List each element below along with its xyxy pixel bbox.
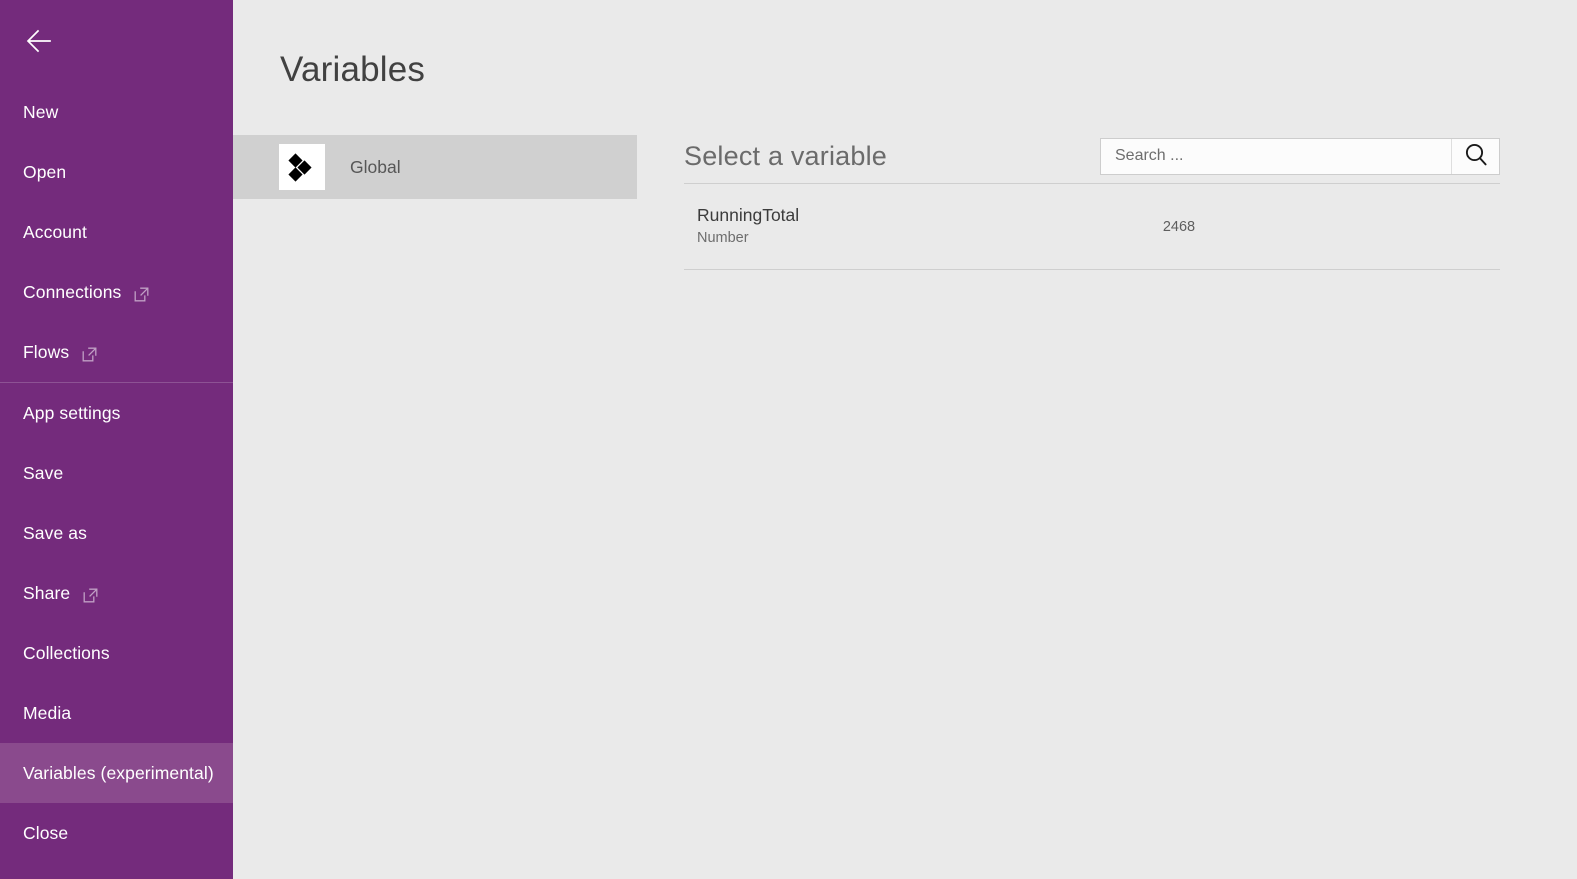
back-button-row xyxy=(0,0,233,82)
variable-value: 2468 xyxy=(1162,218,1196,235)
sidebar-item-close[interactable]: Close xyxy=(0,803,233,863)
sidebar-item-new[interactable]: New xyxy=(0,82,233,142)
sidebar-item-flows[interactable]: Flows xyxy=(0,322,233,382)
select-a-variable-title: Select a variable xyxy=(684,140,888,171)
search-submit-button[interactable] xyxy=(1451,138,1499,174)
variable-row[interactable]: RunningTotal Number 2468 xyxy=(684,184,1500,270)
sidebar-item-label: Media xyxy=(23,702,72,723)
search-input[interactable] xyxy=(1101,138,1451,174)
sidebar-item-label: Account xyxy=(23,221,87,242)
external-link-icon xyxy=(82,346,97,361)
external-link-icon xyxy=(83,587,98,602)
sidebar-item-label: New xyxy=(23,101,59,122)
sidebar-item-label: Collections xyxy=(23,642,110,663)
sidebar-item-label: Close xyxy=(23,822,69,843)
sidebar-item-share[interactable]: Share xyxy=(0,563,233,623)
scope-item-global[interactable]: Global xyxy=(233,135,637,199)
sidebar-item-label: Save as xyxy=(23,522,87,543)
sidebar-item-save-as[interactable]: Save as xyxy=(0,503,233,563)
sidebar-item-variables-experimental[interactable]: Variables (experimental) xyxy=(0,743,233,803)
sidebar-item-app-settings[interactable]: App settings xyxy=(0,383,233,443)
app-root: New Open Account Connections Flows App settin… xyxy=(0,0,1577,879)
sidebar-item-label: Open xyxy=(23,161,67,182)
sidebar-item-account[interactable]: Account xyxy=(0,202,233,262)
sidebar-item-label: Share xyxy=(23,582,71,603)
sidebar-item-label: Save xyxy=(23,462,64,483)
search-icon xyxy=(1463,142,1489,171)
sidebar-item-collections[interactable]: Collections xyxy=(0,623,233,683)
variable-name-cell: RunningTotal Number xyxy=(684,204,1114,249)
nav-item-list: New Open Account Connections Flows App settin… xyxy=(0,82,233,863)
sidebar-item-label: Connections xyxy=(23,281,122,302)
sidebar-item-media[interactable]: Media xyxy=(0,683,233,743)
sidebar-item-open[interactable]: Open xyxy=(0,142,233,202)
global-variable-diamonds-icon xyxy=(279,144,325,190)
left-nav-sidebar: New Open Account Connections Flows App settin… xyxy=(0,0,233,879)
sidebar-item-label: Flows xyxy=(23,341,70,362)
variables-table: RunningTotal Number 2468 xyxy=(684,184,1500,270)
main-content-area: Select a variable RunningTotal Number xyxy=(637,0,1577,879)
main-content-inner: Select a variable RunningTotal Number xyxy=(684,0,1500,879)
back-arrow-icon[interactable] xyxy=(22,24,66,58)
search-box[interactable] xyxy=(1100,137,1500,175)
sidebar-item-label: App settings xyxy=(23,402,121,423)
sidebar-item-label: Variables (experimental) xyxy=(23,762,214,783)
scope-item-global-label: Global xyxy=(350,156,401,177)
variables-panel-title: Variables xyxy=(280,50,426,89)
variable-type: Number xyxy=(697,229,749,246)
sidebar-item-save[interactable]: Save xyxy=(0,443,233,503)
variables-scope-panel: Variables Global xyxy=(233,0,870,879)
main-header: Select a variable xyxy=(684,128,1500,184)
sidebar-item-connections[interactable]: Connections xyxy=(0,262,233,322)
external-link-icon xyxy=(134,286,149,301)
variable-name: RunningTotal xyxy=(697,205,800,226)
